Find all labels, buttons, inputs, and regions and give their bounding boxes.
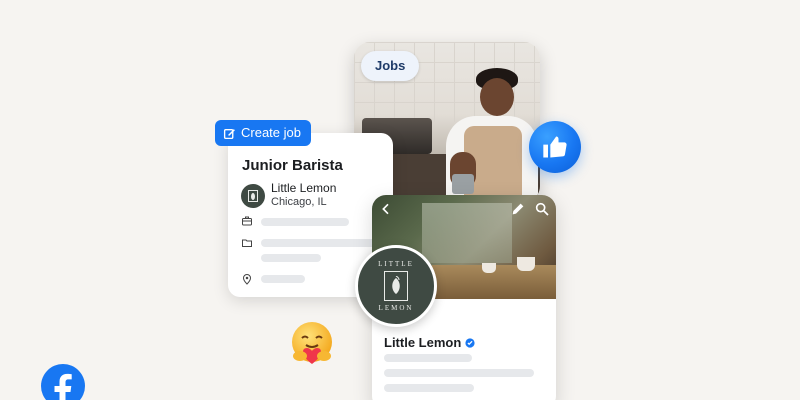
- job-location: Chicago, IL: [271, 196, 327, 208]
- company-name: Little Lemon: [271, 181, 337, 195]
- logo-text-top: LITTLE: [378, 260, 414, 268]
- thumbs-up-icon: [543, 136, 567, 158]
- folder-icon: [242, 239, 252, 247]
- location-pin-icon: [242, 274, 252, 285]
- barista-head: [480, 78, 514, 116]
- create-job-label: Create job: [241, 125, 301, 140]
- lemon-leaf-icon: [392, 276, 400, 294]
- profile-name: Little Lemon: [384, 335, 462, 350]
- placeholder-bar: [384, 384, 474, 392]
- pencil-icon[interactable]: [510, 201, 526, 217]
- verified-badge-icon: [465, 337, 475, 348]
- edit-icon: [223, 128, 235, 139]
- coffee-cup: [517, 257, 535, 271]
- cafe-window: [422, 203, 512, 263]
- facebook-logo-icon[interactable]: [41, 364, 85, 400]
- placeholder-bar: [261, 254, 321, 262]
- create-job-button[interactable]: Create job: [215, 120, 311, 146]
- placeholder-bar: [261, 218, 349, 226]
- little-lemon-logo: LITTLE LEMON: [355, 245, 437, 327]
- job-title: Junior Barista: [242, 157, 343, 174]
- care-emoji-icon: [292, 322, 332, 364]
- placeholder-bar: [261, 239, 379, 247]
- logo-emblem: [384, 271, 408, 301]
- jobs-tab-pill[interactable]: Jobs: [361, 51, 420, 81]
- briefcase-icon: [242, 216, 252, 226]
- coffee-cup: [482, 263, 496, 273]
- placeholder-bar: [384, 354, 472, 362]
- placeholder-bar: [261, 275, 305, 283]
- profile-name-row: Little Lemon: [384, 335, 475, 350]
- company-logo: [241, 184, 265, 208]
- milk-pitcher: [452, 174, 474, 194]
- back-chevron-icon[interactable]: [378, 201, 394, 217]
- like-reaction[interactable]: [529, 121, 581, 173]
- placeholder-bar: [384, 369, 534, 377]
- search-icon[interactable]: [534, 201, 550, 217]
- logo-text-bottom: LEMON: [378, 304, 414, 312]
